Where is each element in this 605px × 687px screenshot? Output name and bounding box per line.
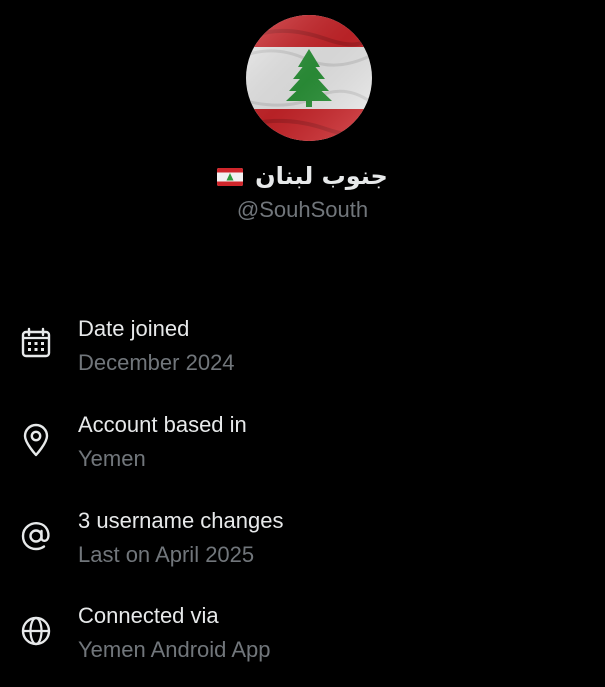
detail-account-based-in: Account based in Yemen [18, 410, 588, 480]
profile-avatar[interactable] [246, 15, 372, 141]
detail-connected-via: Connected via Yemen Android App [18, 601, 588, 671]
detail-date-joined: Date joined December 2024 [18, 314, 588, 384]
calendar-icon [18, 326, 54, 362]
user-handle[interactable]: @SouhSouth [0, 196, 605, 224]
location-pin-icon [18, 422, 54, 458]
globe-icon [18, 613, 54, 649]
detail-value: December 2024 [78, 350, 235, 375]
lebanon-flag-icon [217, 168, 244, 186]
at-sign-icon [18, 518, 54, 554]
detail-label: Connected via [78, 603, 219, 628]
detail-value: Yemen Android App [78, 637, 271, 662]
detail-value: Last on April 2025 [78, 542, 255, 567]
display-name-text: جنوب لبنان [255, 162, 388, 190]
detail-label: Account based in [78, 412, 247, 437]
detail-label: 3 username changes [78, 508, 284, 533]
lebanon-flag-avatar [246, 15, 372, 141]
display-name: جنوب لبنان [0, 160, 605, 193]
detail-value: Yemen [78, 446, 146, 471]
detail-username-changes: 3 username changes Last on April 2025 [18, 506, 588, 576]
detail-label: Date joined [78, 316, 190, 341]
